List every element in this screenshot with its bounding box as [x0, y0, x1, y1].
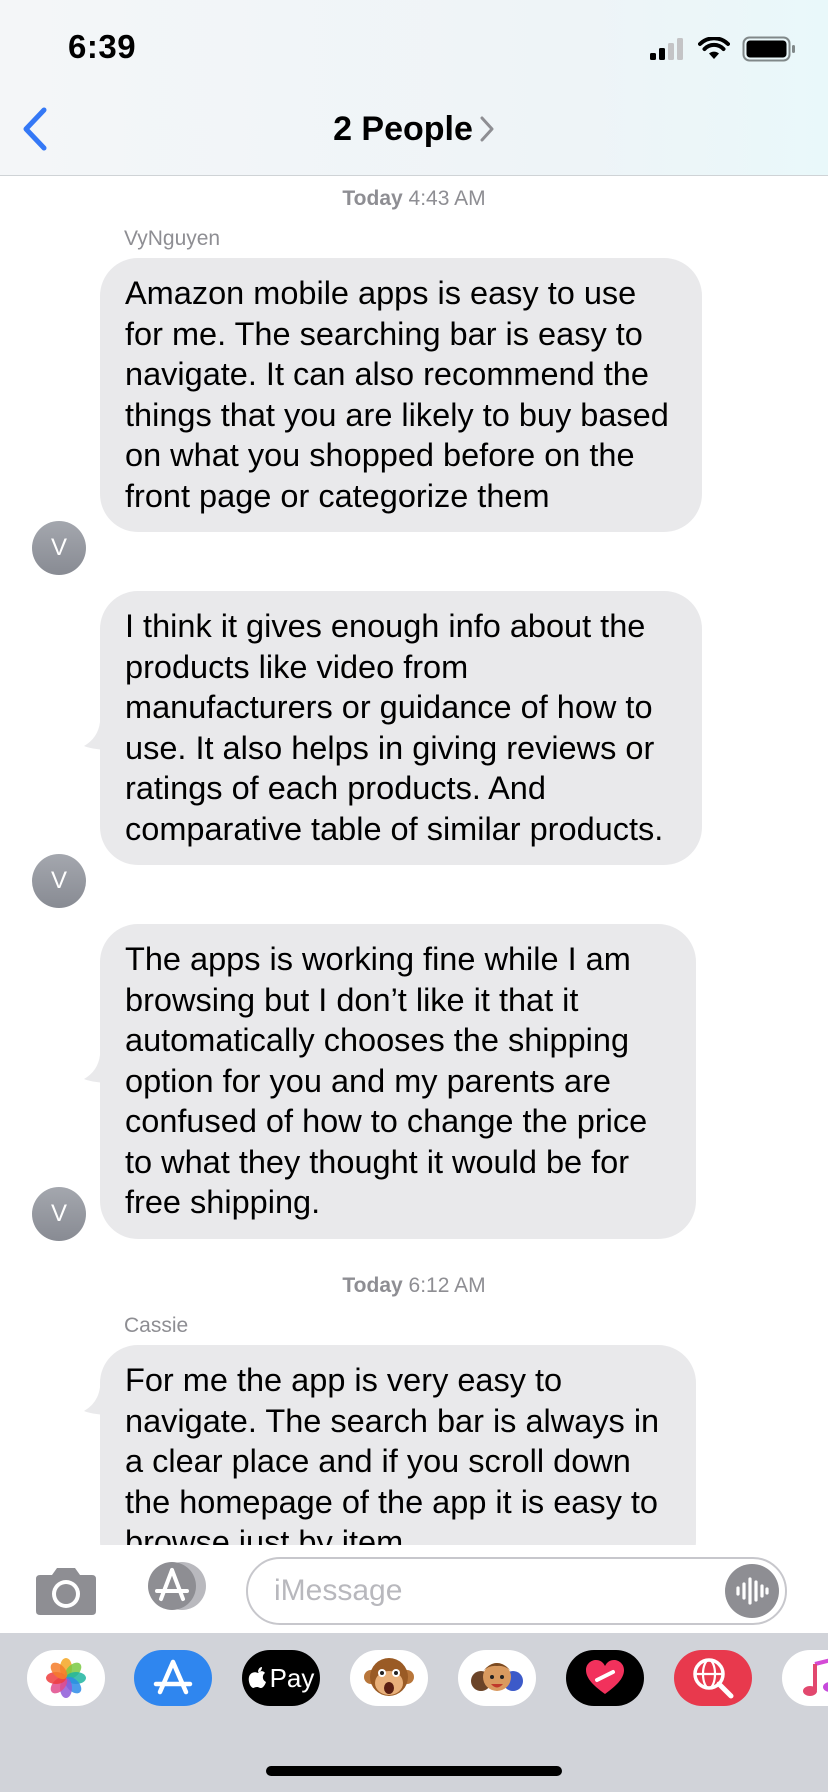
timestamp-time: 6:12 AM [408, 1274, 486, 1297]
memoji-faces-icon [471, 1663, 523, 1691]
app-store-app-button[interactable] [134, 1650, 212, 1706]
app-store-button[interactable] [140, 1561, 212, 1611]
status-time: 6:39 [68, 28, 137, 65]
message-thread[interactable]: Today 4:43 AM VyNguyen Amazon mobile app… [0, 177, 828, 1545]
cellular-signal-icon [650, 38, 683, 60]
waveform-icon [736, 1577, 769, 1605]
battery-icon [742, 36, 795, 62]
photos-app-button[interactable] [27, 1650, 105, 1706]
images-search-button[interactable] [674, 1650, 752, 1706]
digital-touch-button[interactable] [566, 1650, 644, 1706]
message-bubble[interactable]: The apps is working fine while I am brow… [100, 924, 696, 1239]
sender-name: Cassie [124, 1314, 189, 1337]
message-input-placeholder: iMessage [274, 1574, 403, 1607]
app-store-icon [148, 1562, 206, 1610]
avatar-initial: V [50, 867, 67, 894]
apple-pay-label: Pay [269, 1662, 315, 1693]
avatar[interactable]: V [32, 1187, 86, 1241]
timestamp-day: Today [342, 187, 403, 210]
app-store-a-icon [153, 1659, 193, 1695]
timestamp-day: Today [342, 1274, 403, 1297]
apple-pay-button[interactable]: Pay [242, 1650, 320, 1706]
monkey-face-icon [364, 1658, 414, 1696]
message-input[interactable]: iMessage [246, 1557, 787, 1625]
sender-name: VyNguyen [124, 227, 221, 250]
heart-icon [586, 1660, 624, 1694]
timestamp-header: Today 6:12 AM [0, 1274, 828, 1298]
message-text: For me the app is very easy to navigate.… [125, 1362, 660, 1545]
animoji-button[interactable] [350, 1650, 428, 1706]
avatar-initial: V [50, 534, 67, 561]
message-bubble[interactable]: For me the app is very easy to navigate.… [100, 1345, 696, 1545]
avatar[interactable]: V [32, 854, 86, 908]
avatar-initial: V [50, 1200, 67, 1227]
photos-icon [46, 1658, 86, 1698]
message-text: I think it gives enough info about the p… [125, 608, 664, 847]
chevron-right-icon [480, 116, 494, 142]
status-icons [650, 36, 796, 62]
avatar[interactable]: V [32, 521, 86, 575]
globe-search-icon [693, 1658, 734, 1699]
music-app-button[interactable] [782, 1650, 828, 1706]
wifi-icon [698, 37, 730, 59]
message-text: The apps is working fine while I am brow… [125, 941, 648, 1220]
message-bubble[interactable]: I think it gives enough info about the p… [100, 591, 702, 865]
music-note-icon [803, 1658, 828, 1696]
message-text: Amazon mobile apps is easy to use for me… [125, 275, 669, 514]
timestamp-time: 4:43 AM [408, 187, 486, 210]
conversation-title-label: 2 People [333, 110, 473, 148]
camera-icon [36, 1568, 96, 1615]
camera-button[interactable] [34, 1565, 98, 1617]
navigation-header: 6:39 2 People [0, 0, 828, 176]
apple-logo-icon [248, 1667, 266, 1688]
message-input-bar: iMessage [0, 1545, 828, 1633]
audio-message-button[interactable] [725, 1564, 779, 1618]
memoji-stickers-button[interactable] [458, 1650, 536, 1706]
message-bubble[interactable]: Amazon mobile apps is easy to use for me… [100, 258, 702, 532]
home-indicator[interactable] [266, 1766, 562, 1776]
app-drawer: Pay [0, 1633, 828, 1792]
conversation-title[interactable]: 2 People [0, 110, 828, 149]
timestamp-header: Today 4:43 AM [0, 187, 828, 211]
